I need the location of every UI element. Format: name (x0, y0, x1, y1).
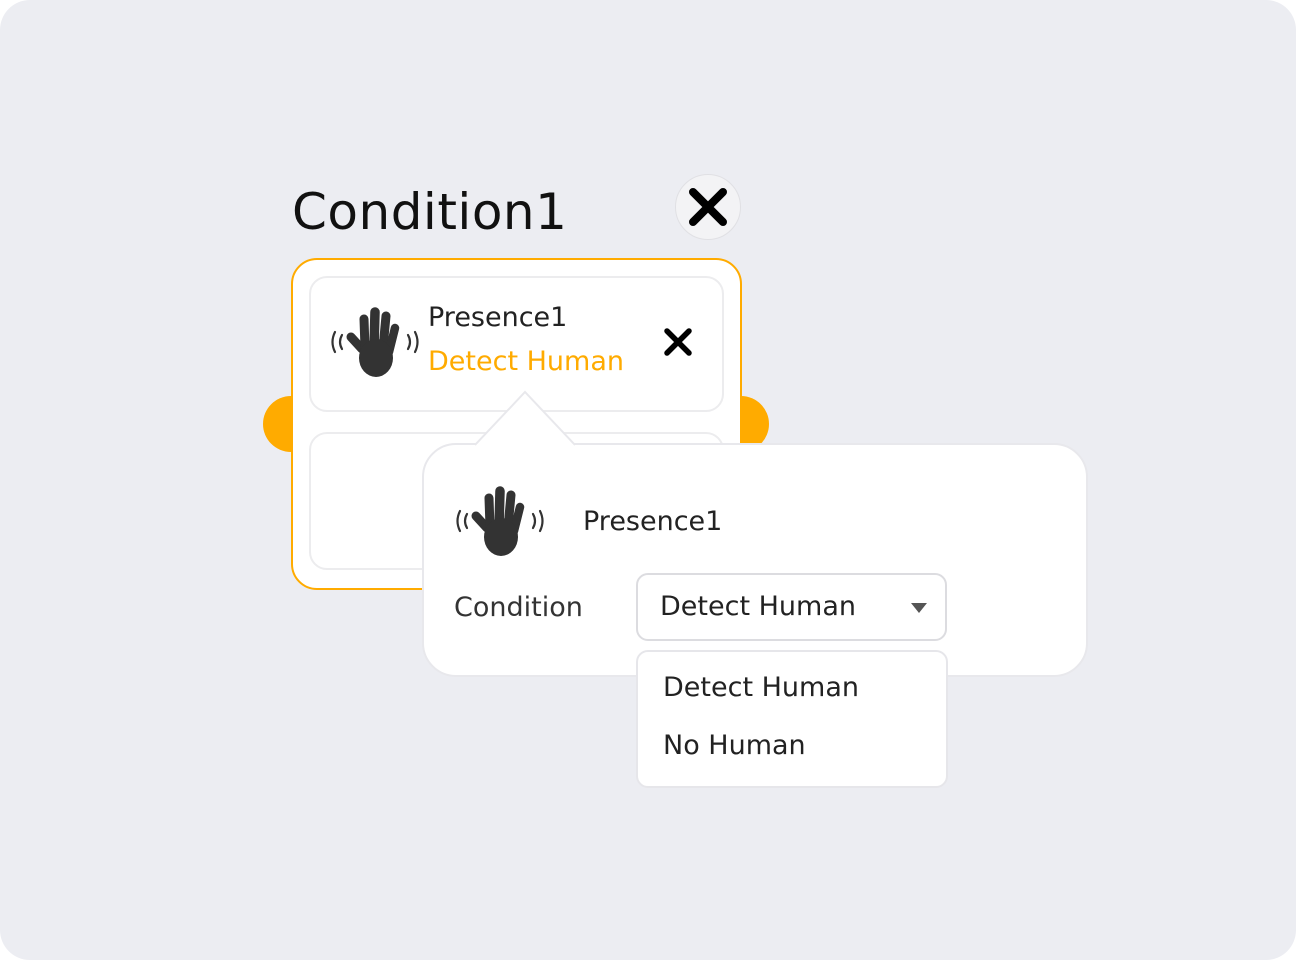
hand-wave-icon (456, 486, 544, 556)
remove-sensor-button[interactable] (658, 322, 698, 362)
remove-condition-button[interactable] (675, 174, 741, 240)
dropdown-option-detect-human[interactable]: Detect Human (663, 670, 859, 706)
condition-title: Condition1 (292, 183, 568, 241)
condition-select[interactable]: Detect Human (636, 573, 947, 641)
condition-label: Condition (454, 592, 583, 623)
dropdown-option-no-human[interactable]: No Human (663, 728, 806, 764)
sensor-name: Presence1 (428, 302, 568, 333)
sensor-condition: Detect Human (428, 346, 624, 377)
popover-pointer (475, 390, 575, 446)
condition-dropdown-menu: Detect Human No Human (636, 650, 948, 788)
hand-wave-icon (331, 307, 419, 377)
close-icon (664, 328, 692, 356)
popover-device-name: Presence1 (583, 506, 723, 537)
selected-condition: Detect Human (660, 591, 856, 622)
caret-down-icon (911, 603, 927, 613)
close-icon (689, 188, 727, 226)
